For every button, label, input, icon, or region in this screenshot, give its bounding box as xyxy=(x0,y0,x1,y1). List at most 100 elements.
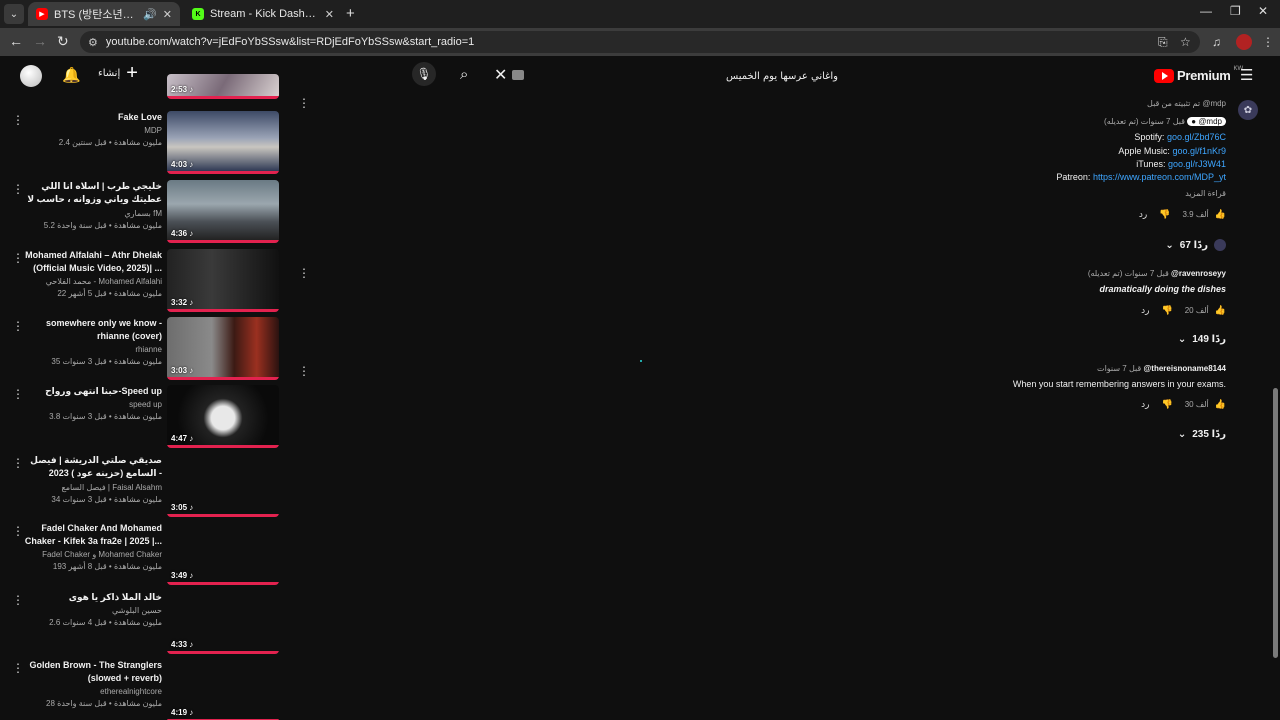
forward-icon[interactable]: → xyxy=(33,33,47,49)
video-thumbnail[interactable]: 4:36 ♪ xyxy=(167,180,279,243)
spotify-link[interactable]: goo.gl/Zbd76C xyxy=(1167,132,1226,142)
site-info-icon[interactable]: ⚙ xyxy=(88,36,98,49)
video-more-options-icon[interactable]: ⋮ xyxy=(12,182,24,196)
search-icon[interactable]: ⌕ xyxy=(460,66,468,83)
notifications-bell-icon[interactable]: 🔔 xyxy=(62,66,81,84)
video-more-options-icon[interactable]: ⋮ xyxy=(12,593,24,607)
account-avatar[interactable] xyxy=(20,65,42,87)
dislike-icon[interactable]: 👎 xyxy=(1161,305,1172,316)
youtube-premium-logo[interactable]: Premium KW xyxy=(1154,66,1243,83)
guide-menu-icon[interactable]: ☰ xyxy=(1240,66,1253,84)
playlist-item-menu-icon[interactable]: ⋮ xyxy=(298,96,310,110)
tab-close-icon[interactable]: ✕ xyxy=(163,8,172,21)
video-channel[interactable]: حسين البلوشي xyxy=(24,604,162,617)
browser-menu-icon[interactable]: ⋮ xyxy=(1262,35,1274,49)
video-channel[interactable]: فيصل السامع | Faisal Alsahm xyxy=(24,481,162,494)
patreon-link[interactable]: https://www.patreon.com/MDP_yt xyxy=(1093,172,1226,182)
video-more-options-icon[interactable]: ⋮ xyxy=(12,319,24,333)
keyboard-icon[interactable] xyxy=(512,70,524,80)
related-video-item[interactable]: ⋮ Golden Brown - The Stranglers (slowed +… xyxy=(0,659,300,720)
related-video-item[interactable]: ⋮ خالد الملا ذاكر يا هوى حسين البلوشي 2.6 م… xyxy=(0,591,300,657)
related-video-item[interactable]: ⋮ Mohamed Alfalahi – Athr Dhelak (Officia… xyxy=(0,249,300,315)
search-input[interactable] xyxy=(538,67,838,85)
reload-icon[interactable]: ↻ xyxy=(57,33,69,50)
clear-search-icon[interactable]: ✕ xyxy=(494,65,507,85)
tab-kick[interactable]: K Stream - Kick Dashboard ✕ xyxy=(184,2,342,26)
video-title[interactable]: حبنا انتهى ورواح-Speed up xyxy=(24,385,162,398)
address-bar[interactable]: ⚙ youtube.com/watch?v=jEdFoYbSSsw&list=R… xyxy=(80,31,1200,53)
media-controls-icon[interactable]: ♫ xyxy=(1212,35,1221,49)
comment-author[interactable]: @ravenroseyy xyxy=(1171,269,1226,278)
new-tab-button[interactable]: + xyxy=(346,5,355,22)
reply-button[interactable]: رد xyxy=(1139,209,1147,220)
close-window-icon[interactable]: ✕ xyxy=(1258,4,1268,18)
profile-avatar[interactable] xyxy=(1236,34,1252,50)
video-thumbnail[interactable]: 4:19 ♪ xyxy=(167,659,279,720)
itunes-link[interactable]: goo.gl/rJ3W41 xyxy=(1168,159,1226,169)
back-icon[interactable]: ← xyxy=(9,33,23,49)
video-title[interactable]: صديقي صلتي الدريشة | فيصل السامع (حزينه … xyxy=(24,454,162,481)
video-more-options-icon[interactable]: ⋮ xyxy=(12,251,24,265)
replies-toggle[interactable]: ⌄ 149 ردًا xyxy=(1178,334,1226,345)
replies-toggle[interactable]: ⌄ 235 ردًا xyxy=(1178,429,1226,440)
video-more-options-icon[interactable]: ⋮ xyxy=(12,661,24,675)
video-more-options-icon[interactable]: ⋮ xyxy=(12,113,24,127)
replies-toggle[interactable]: ⌄ 67 ردًا xyxy=(1165,239,1226,251)
playlist-item-menu-icon[interactable]: ⋮ xyxy=(298,266,310,280)
related-video-item[interactable]: ⋮ somewhere only we know - rhianne (cover… xyxy=(0,317,300,383)
dislike-icon[interactable]: 👎 xyxy=(1161,399,1172,410)
dislike-icon[interactable]: 👎 xyxy=(1159,209,1170,220)
video-channel[interactable]: محمد الفلاحي - Mohamed Alfalahi xyxy=(24,275,162,288)
comment-author[interactable]: ● @mdp xyxy=(1187,117,1226,126)
playlist-item-menu-icon[interactable]: ⋮ xyxy=(298,364,310,378)
like-icon[interactable]: 👍 xyxy=(1215,399,1226,410)
video-channel[interactable]: etherealnightcore xyxy=(24,685,162,698)
video-thumbnail[interactable]: 4:47 ♪ xyxy=(167,385,279,448)
reply-button[interactable]: رد xyxy=(1141,305,1149,316)
related-video-item[interactable]: ⋮ صديقي صلتي الدريشة | فيصل السامع (حزينه… xyxy=(0,454,300,520)
like-icon[interactable]: 👍 xyxy=(1215,209,1226,220)
comment-author[interactable]: @thereisnoname8144 xyxy=(1143,364,1226,373)
video-thumbnail[interactable]: 3:03 ♪ xyxy=(167,317,279,380)
video-channel[interactable]: speed up xyxy=(24,398,162,411)
commenter-avatar[interactable]: ✿ xyxy=(1238,100,1258,120)
reply-button[interactable]: رد xyxy=(1141,399,1149,410)
video-title[interactable]: خليجي طرب | اسلاه انا اللي عطيتك وياني و… xyxy=(24,180,162,207)
video-thumbnail[interactable]: 4:33 ♪ xyxy=(167,591,279,654)
minimize-icon[interactable]: — xyxy=(1200,4,1212,18)
install-app-icon[interactable]: ⎘ xyxy=(1158,35,1168,50)
tab-search-button[interactable]: ⌄ xyxy=(4,4,24,24)
voice-search-mic-icon[interactable]: 🎙 xyxy=(412,62,436,86)
maximize-icon[interactable]: ❐ xyxy=(1230,4,1241,18)
video-thumbnail[interactable]: 2:53 ♪ xyxy=(167,74,279,99)
video-title[interactable]: خالد الملا ذاكر يا هوى xyxy=(24,591,162,604)
video-channel[interactable]: بسماري fM xyxy=(24,207,162,220)
video-channel[interactable]: Fadel Chaker و Mohamed Chaker xyxy=(24,548,162,561)
video-more-options-icon[interactable]: ⋮ xyxy=(12,456,24,470)
tab-close-icon[interactable]: ✕ xyxy=(325,8,334,21)
video-channel[interactable]: MDP xyxy=(24,124,162,137)
video-thumbnail[interactable]: 3:32 ♪ xyxy=(167,249,279,312)
like-icon[interactable]: 👍 xyxy=(1215,305,1226,316)
related-video-item[interactable]: ⋮ خليجي طرب | اسلاه انا اللي عطيتك وياني … xyxy=(0,180,300,246)
video-more-options-icon[interactable]: ⋮ xyxy=(12,387,24,401)
video-thumbnail[interactable]: 3:49 ♪ xyxy=(167,522,279,585)
related-video-item[interactable]: ⋮ Fadel Chaker And Mohamed Chaker - Kifek… xyxy=(0,522,300,588)
video-thumbnail[interactable]: 4:03 ♪ xyxy=(167,111,279,174)
video-channel[interactable]: rhianne xyxy=(24,343,162,356)
tab-youtube[interactable]: ▶ BTS (방탄소년단) 'FAKE LOVE' 🔊 ✕ xyxy=(28,2,180,26)
video-thumbnail[interactable]: 3:05 ♪ xyxy=(167,454,279,517)
speaker-icon[interactable]: 🔊 xyxy=(143,8,157,21)
video-title[interactable]: Fadel Chaker And Mohamed Chaker - Kifek … xyxy=(24,522,162,548)
video-title[interactable]: Golden Brown - The Stranglers (slowed + … xyxy=(24,659,162,685)
read-more-button[interactable]: قراءة المزيد xyxy=(1185,189,1226,198)
video-title[interactable]: Fake Love xyxy=(24,111,162,124)
create-button[interactable]: إنشاء + xyxy=(98,63,138,83)
apple-music-link[interactable]: goo.gl/f1nKr9 xyxy=(1172,146,1226,156)
related-video-item[interactable]: ⋮ Fake Love MDP 2.4 مليون مشاهدة • قبل سنتي… xyxy=(0,111,300,177)
bookmark-star-icon[interactable]: ☆ xyxy=(1180,35,1191,49)
related-video-item[interactable]: ⋮ حبنا انتهى ورواح-Speed up speed up 3.8 مل… xyxy=(0,385,300,451)
scrollbar-thumb[interactable] xyxy=(1273,388,1278,658)
video-title[interactable]: Mohamed Alfalahi – Athr Dhelak (Official… xyxy=(24,249,162,275)
video-title[interactable]: somewhere only we know - rhianne (cover) xyxy=(24,317,162,343)
